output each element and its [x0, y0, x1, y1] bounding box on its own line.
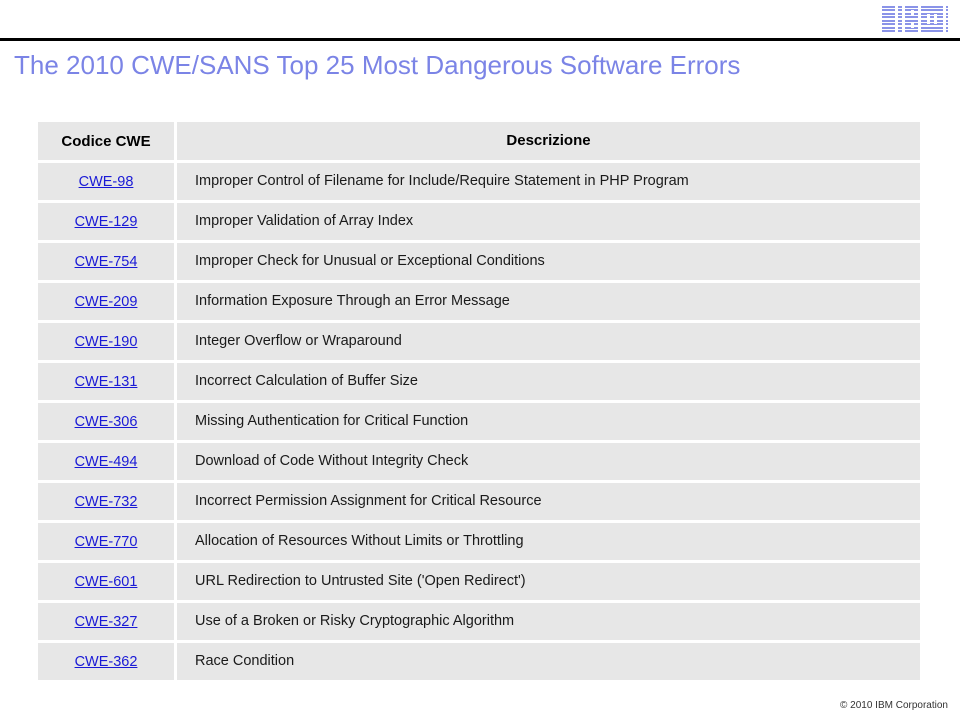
- table-row: CWE-190 Integer Overflow or Wraparound: [38, 323, 920, 360]
- cwe-code-link[interactable]: CWE-770: [75, 534, 138, 550]
- cwe-description-cell: Information Exposure Through an Error Me…: [174, 283, 920, 320]
- table-row: CWE-494 Download of Code Without Integri…: [38, 443, 920, 480]
- cwe-description-cell: URL Redirection to Untrusted Site ('Open…: [174, 563, 920, 600]
- table-header-row: Codice CWE Descrizione: [38, 122, 920, 160]
- cwe-code-cell: CWE-770: [38, 534, 174, 550]
- cwe-code-link[interactable]: CWE-732: [75, 494, 138, 510]
- cwe-description-cell: Download of Code Without Integrity Check: [174, 443, 920, 480]
- cwe-code-cell: CWE-131: [38, 374, 174, 390]
- ibm-logo: [882, 6, 948, 32]
- cwe-code-cell: CWE-129: [38, 214, 174, 230]
- header-divider: [0, 38, 960, 41]
- logo-stripe: [882, 19, 948, 22]
- cwe-code-link[interactable]: CWE-494: [75, 454, 138, 470]
- column-header-code: Codice CWE: [61, 132, 151, 150]
- cwe-code-link[interactable]: CWE-327: [75, 614, 138, 630]
- table-row: CWE-131 Incorrect Calculation of Buffer …: [38, 363, 920, 400]
- table-row: CWE-732 Incorrect Permission Assignment …: [38, 483, 920, 520]
- logo-stripe: [882, 16, 948, 19]
- cwe-description-cell: Integer Overflow or Wraparound: [174, 323, 920, 360]
- cwe-description-cell: Missing Authentication for Critical Func…: [174, 403, 920, 440]
- logo-stripe: [882, 26, 948, 29]
- cwe-code-cell: CWE-209: [38, 294, 174, 310]
- table-row: CWE-98 Improper Control of Filename for …: [38, 163, 920, 200]
- cwe-code-cell: CWE-362: [38, 654, 174, 670]
- table-row: CWE-362 Race Condition: [38, 643, 920, 680]
- cwe-description-cell: Improper Control of Filename for Include…: [174, 163, 920, 200]
- cwe-table: Codice CWE Descrizione CWE-98 Improper C…: [38, 122, 920, 680]
- cwe-code-link[interactable]: CWE-754: [75, 254, 138, 270]
- cwe-code-cell: CWE-601: [38, 574, 174, 590]
- cwe-code-link[interactable]: CWE-190: [75, 334, 138, 350]
- cwe-code-cell: CWE-754: [38, 254, 174, 270]
- cwe-code-cell: CWE-306: [38, 414, 174, 430]
- cwe-code-cell: CWE-190: [38, 334, 174, 350]
- logo-stripe: [882, 12, 948, 15]
- cwe-description-cell: Allocation of Resources Without Limits o…: [174, 523, 920, 560]
- logo-stripe: [882, 23, 948, 26]
- cwe-code-cell: CWE-98: [38, 174, 174, 190]
- cwe-code-link[interactable]: CWE-129: [75, 214, 138, 230]
- cwe-code-link[interactable]: CWE-306: [75, 414, 138, 430]
- table-row: CWE-754 Improper Check for Unusual or Ex…: [38, 243, 920, 280]
- table-row: CWE-306 Missing Authentication for Criti…: [38, 403, 920, 440]
- table-row: CWE-770 Allocation of Resources Without …: [38, 523, 920, 560]
- cwe-code-link[interactable]: CWE-209: [75, 294, 138, 310]
- cwe-code-cell: CWE-494: [38, 454, 174, 470]
- table-row: CWE-129 Improper Validation of Array Ind…: [38, 203, 920, 240]
- cwe-description-cell: Race Condition: [174, 643, 920, 680]
- cwe-code-cell: CWE-327: [38, 614, 174, 630]
- cwe-description-cell: Incorrect Calculation of Buffer Size: [174, 363, 920, 400]
- cwe-code-link[interactable]: CWE-131: [75, 374, 138, 390]
- cwe-description-cell: Improper Validation of Array Index: [174, 203, 920, 240]
- cwe-code-cell: CWE-732: [38, 494, 174, 510]
- cwe-code-link[interactable]: CWE-601: [75, 574, 138, 590]
- logo-stripe: [882, 29, 948, 32]
- cwe-code-link[interactable]: CWE-362: [75, 654, 138, 670]
- table-row: CWE-327 Use of a Broken or Risky Cryptog…: [38, 603, 920, 640]
- column-header-description: Descrizione: [174, 122, 920, 160]
- cwe-code-link[interactable]: CWE-98: [79, 174, 134, 190]
- cwe-description-cell: Improper Check for Unusual or Exceptiona…: [174, 243, 920, 280]
- table-row: CWE-209 Information Exposure Through an …: [38, 283, 920, 320]
- logo-stripe: [882, 9, 948, 12]
- page-title: The 2010 CWE/SANS Top 25 Most Dangerous …: [14, 50, 741, 80]
- cwe-description-cell: Use of a Broken or Risky Cryptographic A…: [174, 603, 920, 640]
- table-row: CWE-601 URL Redirection to Untrusted Sit…: [38, 563, 920, 600]
- logo-stripe: [882, 6, 948, 8]
- cwe-description-cell: Incorrect Permission Assignment for Crit…: [174, 483, 920, 520]
- footer-copyright: © 2010 IBM Corporation: [840, 700, 948, 711]
